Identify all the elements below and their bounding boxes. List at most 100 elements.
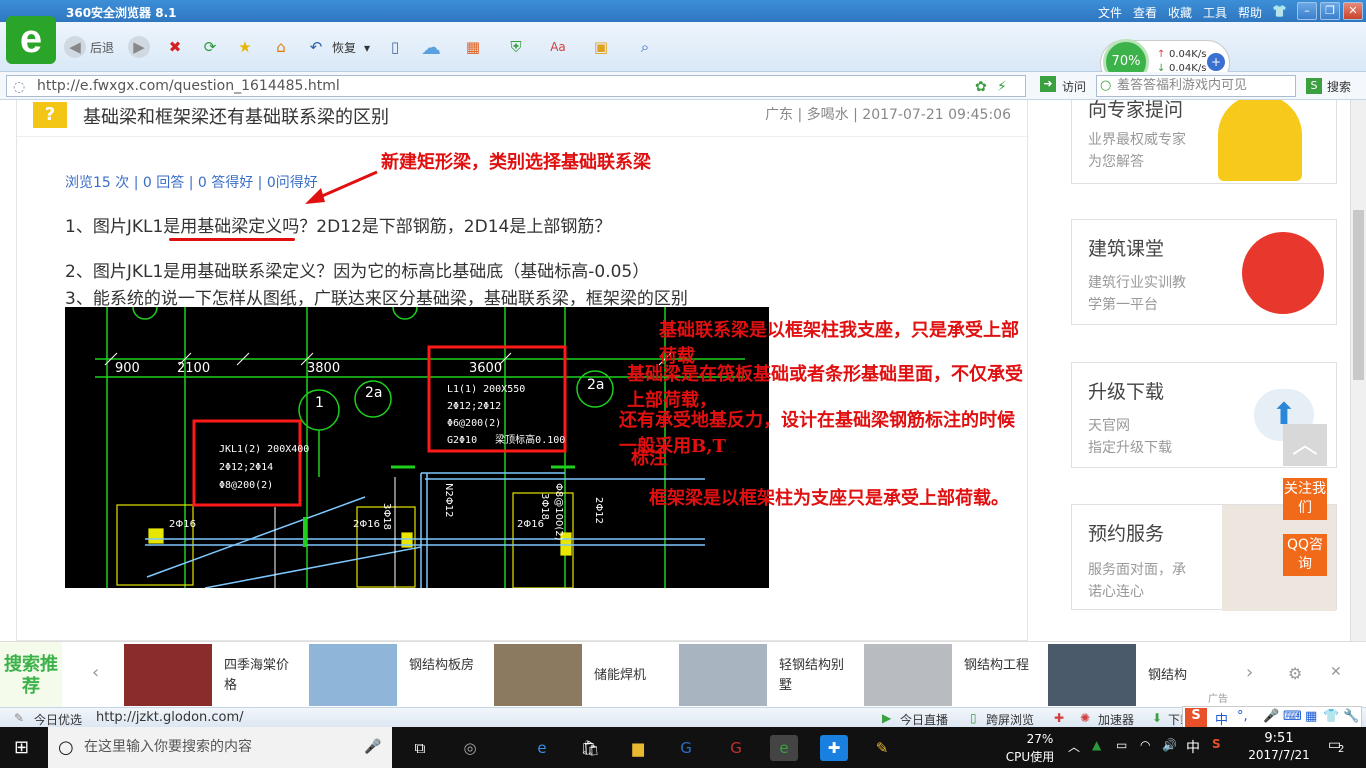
visit-button[interactable]: 访问 [1062,78,1086,95]
browser-logo-icon[interactable]: e [6,16,56,64]
back-icon[interactable]: ◀ [64,36,86,58]
phone-icon[interactable]: ▯ [384,36,406,58]
menu-help[interactable]: 帮助 [1238,4,1262,21]
qq-consult-button[interactable]: QQ咨询 [1283,534,1327,576]
refresh-icon[interactable]: ⟳ [199,36,221,58]
scrollbar-thumb[interactable] [1353,210,1364,380]
follow-us-button[interactable]: 关注我们 [1283,478,1327,520]
today-pick-icon[interactable]: ✎ [14,711,24,725]
clock-time[interactable]: 9:51 [1246,731,1312,746]
promo-image[interactable] [124,644,212,706]
maximize-button[interactable]: ❐ [1320,2,1340,20]
promo-image[interactable] [1048,644,1136,706]
menu-favorites[interactable]: 收藏 [1168,4,1192,21]
battery-icon[interactable]: ▭ [1116,738,1127,752]
promo-item[interactable]: 钢结构 [1148,666,1218,686]
forward-icon[interactable]: ▶ [128,36,150,58]
search-icon[interactable]: S [1306,78,1322,94]
promo-image[interactable] [679,644,767,706]
menu-view[interactable]: 查看 [1133,4,1157,21]
speed-mode-icon[interactable]: ⚡ [997,77,1007,97]
expert-card[interactable]: 向专家提问 业界最权威专家 为您解答 [1071,100,1337,184]
skin-icon[interactable]: 👕 [1272,4,1287,18]
promo-item[interactable]: 储能焊机 [594,666,664,686]
menu-file[interactable]: 文件 [1098,4,1122,21]
class-card[interactable]: 建筑课堂 建筑行业实训教 学第一平台 [1071,219,1337,325]
restore-label[interactable]: 恢复 [332,36,356,60]
home-icon[interactable]: ⌂ [270,36,292,58]
glodon-icon[interactable]: G [672,735,700,761]
explorer-icon[interactable]: ▆ [624,735,652,761]
screenshot-icon[interactable]: ▣ [590,36,612,58]
promo-item[interactable]: 钢结构工程 [964,656,1034,676]
promo-image[interactable] [309,644,397,706]
close-promo-icon[interactable]: ✕ [1330,664,1342,680]
zoom-icon[interactable]: ⌕ [634,36,656,58]
sogou-icon[interactable]: S [1185,708,1207,728]
ime-mode[interactable]: 中 [1215,709,1228,728]
translate-icon[interactable]: Aa [547,36,569,58]
close-button[interactable]: ✕ [1343,2,1363,20]
question-stats[interactable]: 浏览15 次 | 0 回答 | 0 答得好 | 0问得好 [65,172,318,192]
restore-icon[interactable]: ↶ [305,36,327,58]
cortana-icon[interactable]: ○ [58,727,74,768]
cloud-icon[interactable]: ☁ [416,36,446,58]
vertical-scrollbar[interactable] [1350,100,1366,641]
cross-screen-label[interactable]: 跨屏浏览 [986,711,1034,728]
promo-item[interactable]: 轻钢结构别墅 [779,656,849,696]
punctuation-icon[interactable]: °, [1237,709,1248,724]
apps-icon[interactable]: ▦ [462,36,484,58]
download-icon[interactable]: ⬇ [1152,711,1162,725]
keyboard-icon[interactable]: ⌨ [1283,709,1302,724]
notepad-icon[interactable]: ✎ [868,735,896,761]
browser-360-task-icon[interactable]: e [770,735,798,761]
secure-icon[interactable]: ✿ [975,77,987,97]
mic-icon[interactable]: 🎤 [1263,709,1279,724]
promo-item[interactable]: 四季海棠价格 [224,656,294,696]
taskbar-search-box[interactable]: ○ 在这里输入你要搜索的内容 🎤 [48,727,392,768]
mic-icon[interactable]: 🎤 [364,727,381,768]
wrench-icon[interactable]: 🔧 [1343,709,1359,724]
add-tab-icon[interactable]: ✚ [1054,711,1064,725]
cross-screen-icon[interactable]: ▯ [970,711,977,725]
accelerator-label[interactable]: 加速器 [1098,711,1134,728]
task-view-icon[interactable]: ⧉ [406,735,434,761]
app-icon[interactable]: ◎ [456,735,484,761]
stop-icon[interactable]: ✖ [164,36,186,58]
tray-up-icon[interactable]: ︿ [1068,738,1080,755]
search-engine-icon[interactable]: ○ [1100,76,1111,96]
add-icon[interactable]: + [1207,53,1225,71]
promo-image[interactable] [494,644,582,706]
wifi-icon[interactable]: ◠ [1140,738,1150,752]
toolbox-icon[interactable]: ▦ [1305,709,1317,724]
clock-date[interactable]: 2017/7/21 [1240,748,1318,762]
skin-shirt-icon[interactable]: 👕 [1323,709,1339,724]
shield-icon[interactable]: ⛨ [505,36,527,58]
glodon-cad-icon[interactable]: G [722,735,750,761]
visit-icon[interactable]: ➜ [1040,76,1056,92]
url-input[interactable]: ◌ http://e.fwxgx.com/question_1614485.ht… [6,75,1026,97]
search-input[interactable]: ○ 羞答答福利游戏内可见 [1096,75,1296,97]
add-app-icon[interactable]: ✚ [820,735,848,761]
nvidia-icon[interactable]: ▲ [1092,738,1101,752]
menu-tools[interactable]: 工具 [1203,4,1227,21]
live-icon[interactable]: ▶ [882,711,891,725]
search-button[interactable]: 搜索 [1327,78,1351,95]
windows-start-icon[interactable]: ⊞ [14,737,29,758]
back-label[interactable]: 后退 [90,36,114,60]
volume-icon[interactable]: 🔊 [1162,738,1177,752]
minimize-button[interactable]: – [1297,2,1317,20]
ime-indicator[interactable]: 中 [1186,737,1200,757]
promo-image[interactable] [864,644,952,706]
today-pick-label[interactable]: 今日优选 [34,711,82,728]
accelerator-icon[interactable]: ✺ [1080,711,1090,725]
next-arrow-icon[interactable]: › [1246,662,1253,683]
edge-icon[interactable]: e [528,735,556,761]
prev-arrow-icon[interactable]: ‹ [92,662,99,683]
settings-icon[interactable]: ⚙ [1288,664,1302,683]
back-to-top-icon[interactable]: ︿ [1283,424,1327,466]
sogou-tray-icon[interactable]: S [1212,737,1221,751]
store-icon[interactable]: 🛍 [576,735,604,761]
restore-dropdown-icon[interactable]: ▾ [364,36,370,60]
favorite-star-icon[interactable]: ★ [234,36,256,58]
